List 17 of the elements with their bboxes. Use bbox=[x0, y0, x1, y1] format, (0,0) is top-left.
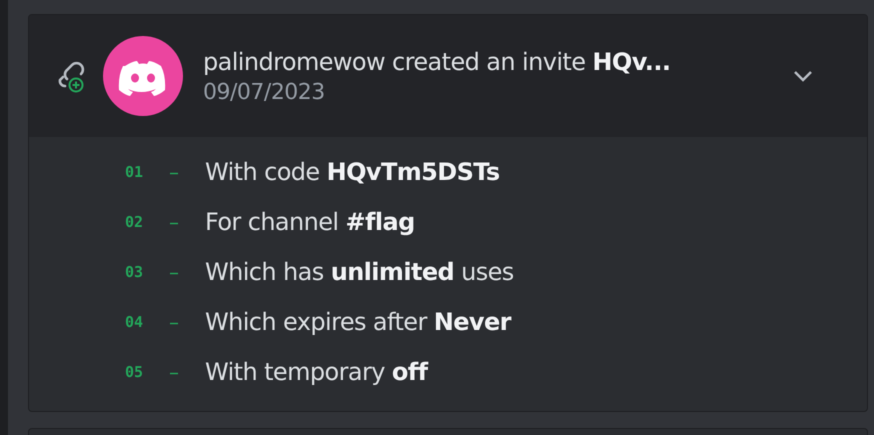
line-number: 02 bbox=[125, 213, 144, 231]
detail-text: Which has unlimited uses bbox=[205, 258, 514, 286]
detail-text: For channel #flag bbox=[205, 208, 415, 236]
line-number: 01 bbox=[125, 163, 144, 181]
entry-title: palindromewow created an invite HQv... bbox=[203, 48, 672, 76]
line-number: 04 bbox=[125, 313, 144, 331]
dash: – bbox=[169, 310, 180, 334]
detail-text: With temporary off bbox=[205, 358, 428, 386]
dash: – bbox=[169, 260, 180, 284]
line-number: 05 bbox=[125, 363, 144, 381]
detail-text: Which expires after Never bbox=[205, 308, 511, 336]
detail-text: With code HQvTm5DSTs bbox=[205, 158, 500, 186]
dash: – bbox=[169, 160, 180, 184]
dash: – bbox=[169, 210, 180, 234]
line-number: 03 bbox=[125, 263, 144, 281]
entry-date: 09/07/2023 bbox=[203, 80, 326, 104]
dash: – bbox=[169, 360, 180, 384]
